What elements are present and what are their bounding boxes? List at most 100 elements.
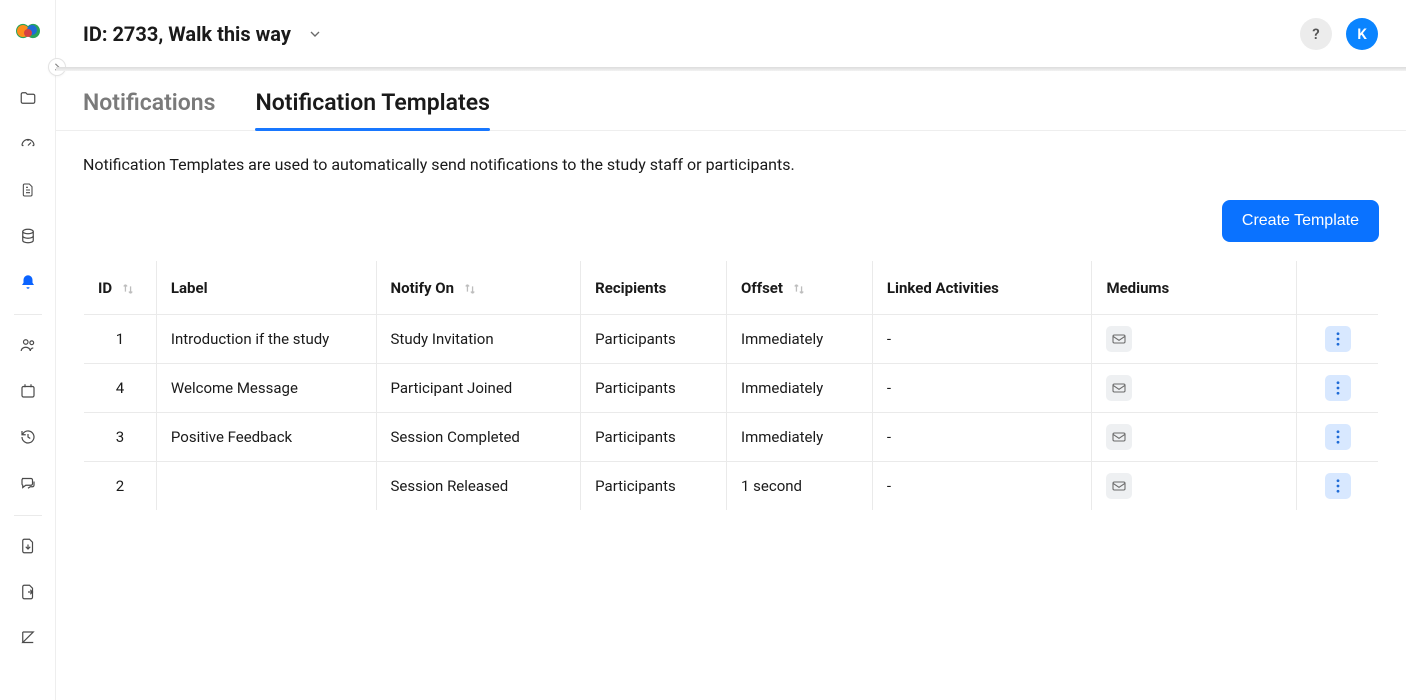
- cell-actions: [1297, 364, 1379, 413]
- cell-mediums: [1092, 462, 1297, 511]
- bell-icon: [19, 273, 37, 291]
- table-header-row: ID Label Notify On Recipients Offset Lin…: [84, 261, 1379, 315]
- app-logo: [14, 22, 42, 40]
- cell-actions: [1297, 413, 1379, 462]
- cell-offset: Immediately: [727, 413, 873, 462]
- sidebar-item-export[interactable]: [8, 526, 48, 566]
- header: ID: 2733, Walk this way ? K: [56, 0, 1406, 67]
- create-template-button[interactable]: Create Template: [1222, 200, 1379, 242]
- email-icon: [1106, 424, 1132, 450]
- row-menu-button[interactable]: [1325, 326, 1351, 352]
- cell-notify-on: Session Completed: [376, 413, 581, 462]
- chevron-down-icon[interactable]: [307, 26, 323, 42]
- sidebar-item-schedule[interactable]: [8, 371, 48, 411]
- cell-actions: [1297, 315, 1379, 364]
- cell-recipients: Participants: [581, 413, 727, 462]
- database-icon: [19, 227, 37, 245]
- col-label[interactable]: Label: [156, 261, 376, 315]
- cell-id: 3: [84, 413, 157, 462]
- sidebar-item-folder[interactable]: [8, 78, 48, 118]
- cell-recipients: Participants: [581, 364, 727, 413]
- tabs: Notifications Notification Templates: [56, 71, 1406, 131]
- table-row: 4Welcome MessageParticipant JoinedPartic…: [84, 364, 1379, 413]
- cell-label: Introduction if the study: [156, 315, 376, 364]
- cell-id: 4: [84, 364, 157, 413]
- col-linked-activities[interactable]: Linked Activities: [872, 261, 1092, 315]
- sidebar-item-import[interactable]: [8, 572, 48, 612]
- cell-linked: -: [872, 462, 1092, 511]
- sidebar-separator: [14, 515, 42, 516]
- user-avatar[interactable]: K: [1346, 18, 1378, 50]
- cell-notify-on: Study Invitation: [376, 315, 581, 364]
- row-menu-button[interactable]: [1325, 424, 1351, 450]
- users-icon: [18, 336, 38, 354]
- cell-label: Welcome Message: [156, 364, 376, 413]
- cell-linked: -: [872, 364, 1092, 413]
- toolbar: Create Template: [83, 200, 1379, 242]
- page-description: Notification Templates are used to autom…: [83, 155, 1379, 174]
- col-offset[interactable]: Offset: [727, 261, 873, 315]
- sort-icon: [464, 282, 476, 296]
- help-button[interactable]: ?: [1300, 18, 1332, 50]
- templates-table: ID Label Notify On Recipients Offset Lin…: [83, 260, 1379, 511]
- cell-linked: -: [872, 413, 1092, 462]
- folder-icon: [19, 89, 37, 107]
- email-icon: [1106, 375, 1132, 401]
- cell-id: 2: [84, 462, 157, 511]
- cell-offset: Immediately: [727, 364, 873, 413]
- sidebar-item-history[interactable]: [8, 417, 48, 457]
- cell-linked: -: [872, 315, 1092, 364]
- cell-mediums: [1092, 315, 1297, 364]
- sidebar-item-data[interactable]: [8, 216, 48, 256]
- history-icon: [19, 428, 37, 446]
- row-menu-button[interactable]: [1325, 375, 1351, 401]
- cell-mediums: [1092, 364, 1297, 413]
- cell-id: 1: [84, 315, 157, 364]
- sort-icon: [122, 282, 134, 296]
- sidebar-item-chat[interactable]: [8, 463, 48, 503]
- col-mediums[interactable]: Mediums: [1092, 261, 1297, 315]
- file-import-icon: [19, 583, 37, 601]
- sidebar-item-k[interactable]: [8, 618, 48, 658]
- tab-notifications[interactable]: Notifications: [83, 89, 215, 130]
- col-id[interactable]: ID: [84, 261, 157, 315]
- sidebar-item-dashboard[interactable]: [8, 124, 48, 164]
- sidebar-item-users[interactable]: [8, 325, 48, 365]
- sidebar-item-notifications[interactable]: [8, 262, 48, 302]
- col-actions: [1297, 261, 1379, 315]
- page-title[interactable]: ID: 2733, Walk this way: [83, 22, 323, 46]
- table-row: 1Introduction if the studyStudy Invitati…: [84, 315, 1379, 364]
- email-icon: [1106, 326, 1132, 352]
- content: Notification Templates are used to autom…: [56, 131, 1406, 535]
- sidebar-separator: [14, 314, 42, 315]
- email-icon: [1106, 473, 1132, 499]
- file-export-icon: [19, 537, 37, 555]
- study-id: ID: 2733,: [83, 22, 163, 46]
- gauge-icon: [19, 135, 37, 153]
- chat-icon: [19, 474, 37, 492]
- sidebar: [0, 0, 56, 700]
- k-icon: [19, 629, 37, 647]
- row-menu-button[interactable]: [1325, 473, 1351, 499]
- cell-label: [156, 462, 376, 511]
- sort-icon: [793, 282, 805, 296]
- calendar-icon: [19, 382, 37, 400]
- study-name: Walk this way: [168, 22, 291, 46]
- cell-offset: 1 second: [727, 462, 873, 511]
- cell-mediums: [1092, 413, 1297, 462]
- table-row: 3Positive FeedbackSession CompletedParti…: [84, 413, 1379, 462]
- sidebar-item-document[interactable]: [8, 170, 48, 210]
- col-recipients[interactable]: Recipients: [581, 261, 727, 315]
- cell-label: Positive Feedback: [156, 413, 376, 462]
- document-icon: [20, 181, 36, 199]
- cell-notify-on: Participant Joined: [376, 364, 581, 413]
- cell-offset: Immediately: [727, 315, 873, 364]
- table-row: 2 Session ReleasedParticipants1 second-: [84, 462, 1379, 511]
- cell-recipients: Participants: [581, 462, 727, 511]
- col-notify-on[interactable]: Notify On: [376, 261, 581, 315]
- tab-notification-templates[interactable]: Notification Templates: [255, 89, 489, 130]
- cell-notify-on: Session Released: [376, 462, 581, 511]
- cell-recipients: Participants: [581, 315, 727, 364]
- main: ID: 2733, Walk this way ? K Notification…: [56, 0, 1406, 700]
- cell-actions: [1297, 462, 1379, 511]
